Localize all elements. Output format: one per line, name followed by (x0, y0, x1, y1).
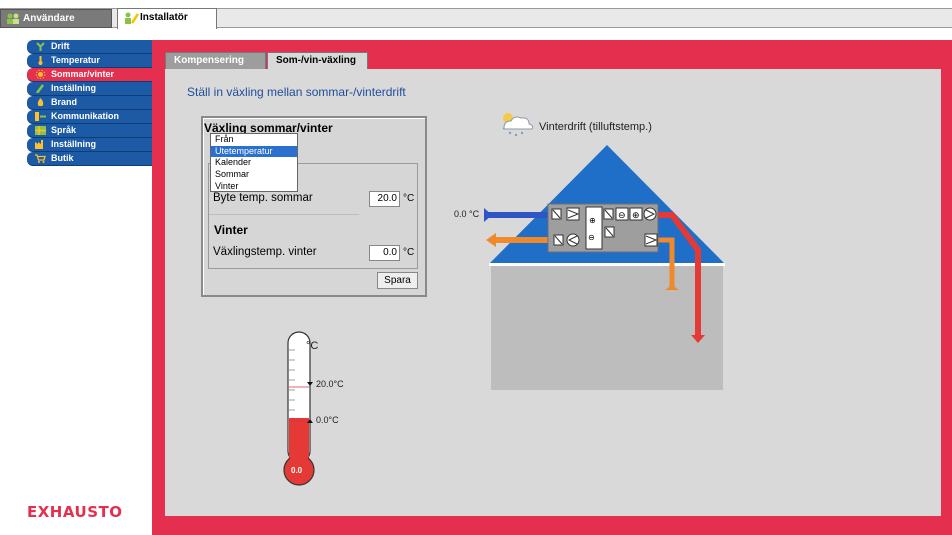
network-icon (35, 112, 46, 121)
sidebar-item-label: Inställning (51, 139, 96, 149)
wrench-icon (36, 84, 44, 93)
fan-icon (36, 42, 45, 51)
sidebar-item-kommunikation[interactable]: Kommunikation (27, 110, 154, 124)
sidebar-item-label: Butik (51, 153, 74, 163)
sidebar-item-label: Drift (51, 41, 70, 51)
thermometer-gauge (283, 331, 315, 486)
page-title: Ställ in växling mellan sommar-/vinterdr… (187, 85, 406, 99)
summer-temp-label: Byte temp. sommar (213, 192, 313, 204)
tab-users-label: Användare (23, 13, 75, 24)
tab-users[interactable]: Användare (0, 9, 112, 28)
tab-installer[interactable]: Installatör (117, 8, 217, 29)
cart-icon (35, 154, 46, 163)
divider (209, 214, 359, 215)
dropdown-option-selected[interactable]: Utetemperatur (211, 145, 297, 158)
winter-temp-unit: °C (403, 247, 415, 258)
save-button[interactable]: Spara (377, 272, 418, 289)
sidebar-item-label: Språk (51, 125, 77, 135)
sidebar-item-sprak[interactable]: Språk (27, 124, 154, 138)
winter-heading: Vinter (214, 223, 248, 237)
mode-label: Vinterdrift (tilluftstemp.) (539, 121, 652, 133)
thermometer-unit: °C (306, 340, 319, 352)
top-tab-bar: Användare Installatör (0, 0, 952, 29)
sidebar-item-label: Temperatur (51, 55, 100, 65)
tab-som-vin-vaxling[interactable]: Som-/vin-växling (267, 52, 368, 70)
svg-text:⊕: ⊕ (589, 216, 596, 225)
dropdown-option[interactable]: Från (211, 134, 297, 146)
dropdown-option[interactable]: Vinter (211, 181, 297, 193)
sidebar-item-temperatur[interactable]: Temperatur (27, 54, 154, 68)
tab-kompensering[interactable]: Kompensering (165, 52, 266, 69)
dropdown-option[interactable]: Kalender (211, 157, 297, 169)
house-diagram: ⊕ ⊖ ⊖ ⊕ (484, 145, 725, 390)
thermometer-current-value: 0.0 (291, 466, 303, 475)
sidebar-item-label: Kommunikation (51, 111, 120, 121)
sidebar-item-brand[interactable]: Brand (27, 96, 154, 110)
tab-installer-label: Installatör (140, 12, 188, 23)
winter-mark-label: 0.0°C (316, 415, 339, 425)
sidebar-item-drift[interactable]: Drift (27, 40, 154, 54)
factory-icon (35, 140, 43, 149)
sidebar-item-sommar-vinter[interactable]: Sommar/vinter (27, 68, 154, 82)
thermometer-icon (38, 56, 43, 65)
mode-dropdown-list[interactable]: Från Utetemperatur Kalender Sommar Vinte… (210, 133, 298, 192)
sidebar-item-installning[interactable]: Inställning (27, 82, 154, 96)
flame-icon (37, 98, 44, 106)
dropdown-option[interactable]: Sommar (211, 169, 297, 181)
svg-text:⊖: ⊖ (618, 211, 626, 221)
winter-temp-input[interactable]: 0.0 (369, 245, 400, 261)
outdoor-temp-label: 0.0 °C (454, 209, 480, 219)
svg-text:⊕: ⊕ (632, 211, 640, 221)
sidebar-item-butik[interactable]: Butik (27, 152, 154, 166)
summer-temp-input[interactable]: 20.0 (369, 191, 400, 207)
brand-logo: EXHAUSTO (27, 503, 123, 521)
flag-icon (35, 126, 46, 135)
installer-icon (125, 12, 139, 24)
sidebar-item-installning-2[interactable]: Inställning (27, 138, 154, 152)
winter-temp-label: Växlingstemp. vinter (213, 246, 317, 258)
sidebar-item-label: Inställning (51, 83, 96, 93)
svg-text:⊖: ⊖ (588, 233, 595, 242)
summer-temp-unit: °C (403, 193, 415, 204)
users-icon (7, 13, 19, 24)
summer-mark-label: 20.0°C (316, 379, 344, 389)
sidebar-nav: Drift Temperatur Sommar/vinter Inställni… (27, 40, 154, 166)
house-body (491, 264, 723, 390)
sidebar-item-label: Sommar/vinter (51, 69, 115, 79)
snow-cloud-icon (502, 113, 534, 137)
sidebar-item-label: Brand (51, 97, 78, 107)
sun-icon (35, 70, 46, 79)
